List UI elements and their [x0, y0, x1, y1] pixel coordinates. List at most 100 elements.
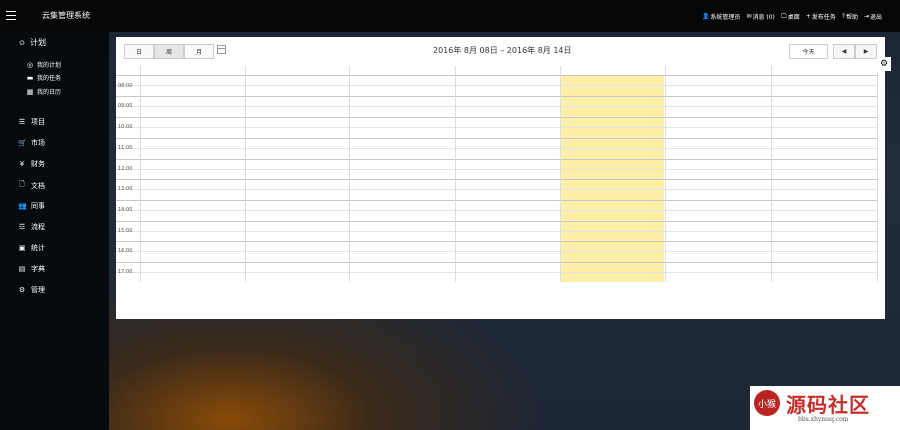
sidebar-item-label: 字典 — [31, 265, 45, 273]
monitor-icon: 🖵 — [780, 12, 787, 20]
week-time-grid: 08:00 09:00 10:00 11:00 12:00 13:00 14:0… — [116, 66, 878, 282]
logout-link[interactable]: ⇥ 退出 — [864, 12, 882, 21]
sidebar-item-market[interactable]: 🛒 市场 — [18, 138, 45, 148]
chart-icon: ▣ — [18, 244, 26, 252]
time-label: 14:00 — [118, 207, 133, 213]
grid-line — [116, 169, 878, 170]
time-label: 15:00 — [118, 228, 133, 234]
yen-icon: ¥ — [19, 160, 25, 168]
grid-line — [116, 231, 878, 232]
day-column-divider — [349, 66, 350, 282]
day-view-button[interactable]: 日 — [124, 44, 154, 59]
watermark-seal-icon: 小猴 — [754, 390, 780, 416]
time-label: 13:00 — [118, 186, 133, 192]
month-view-button[interactable]: 月 — [184, 44, 214, 59]
settings-gear-icon[interactable]: ⚙ — [877, 57, 891, 71]
sidebar-item-label: 项目 — [31, 118, 45, 126]
grid-line — [116, 138, 878, 139]
sidebar-item-workflow[interactable]: ☲ 流程 — [18, 222, 45, 232]
sidebar-item-my-tasks[interactable]: ▬ 我的任务 — [26, 73, 62, 83]
top-actions: 👤 系统管理员 ✉ 消息 (0) 🖵 桌面 + 发布任务 ? 帮助 ⇥ 退出 — [702, 12, 882, 22]
grid-line — [116, 262, 878, 263]
sidebar-item-label: 市场 — [31, 139, 45, 147]
circle-icon: ◎ — [26, 60, 34, 69]
grid-line — [116, 272, 878, 273]
date-range-title: 2016年 8月 08日 – 2016年 8月 14日 — [433, 46, 572, 55]
user-icon: 👤 — [701, 13, 710, 20]
grid-line — [116, 148, 878, 149]
envelope-icon: ✉ — [746, 13, 752, 20]
help-icon: ? — [841, 13, 845, 20]
sidebar-item-my-calendar[interactable]: ▦ 我的日历 — [26, 87, 61, 97]
grid-line — [116, 189, 878, 190]
messages-label: 消息 (0) — [752, 14, 775, 21]
day-column-divider — [665, 66, 666, 282]
card-icon: ▬ — [26, 73, 34, 82]
calendar-picker-icon[interactable] — [217, 45, 226, 54]
admin-user-link[interactable]: 👤 系统管理员 — [702, 12, 741, 21]
grid-line — [116, 127, 878, 128]
day-column-divider — [245, 66, 246, 282]
sidebar-item-projects[interactable]: ☰ 项目 — [18, 117, 45, 127]
flow-icon: ☲ — [18, 223, 26, 231]
sidebar-group-plan[interactable]: ⊙ 计划 — [18, 37, 46, 48]
app-title: 云集管理系统 — [42, 11, 90, 20]
watermark-url: bbs.xhymsq.com — [798, 416, 849, 423]
grid-line — [116, 221, 878, 222]
week-nav: ◀ ▶ — [833, 44, 877, 59]
time-label: 12:00 — [118, 166, 133, 172]
sidebar-item-label: 统计 — [31, 244, 45, 252]
logout-icon: ⇥ — [863, 13, 869, 20]
messages-link[interactable]: ✉ 消息 (0) — [746, 12, 774, 21]
hamburger-menu-icon[interactable] — [6, 11, 16, 20]
day-column-divider — [877, 66, 878, 282]
time-label: 17:00 — [118, 269, 133, 275]
grid-line — [116, 179, 878, 180]
today-button[interactable]: 今天 — [789, 44, 828, 59]
top-navbar: 云集管理系统 👤 系统管理员 ✉ 消息 (0) 🖵 桌面 + 发布任务 ? 帮助 ⇥ 退出 — [0, 0, 900, 32]
sidebar-item-statistics[interactable]: ▣ 统计 — [18, 243, 45, 253]
sidebar-item-finance[interactable]: ¥ 财务 — [18, 159, 45, 169]
sidebar-item-label: 我的任务 — [37, 75, 62, 82]
sidebar-item-label: 文档 — [31, 181, 45, 190]
file-icon: 🗋 — [19, 180, 25, 188]
sidebar-item-colleagues[interactable]: 👥 同事 — [18, 201, 45, 211]
clock-icon: ⊙ — [19, 38, 25, 47]
watermark-title: 源码社区 — [786, 393, 870, 417]
logout-label: 退出 — [869, 14, 882, 21]
gear-icon: ⚙ — [18, 286, 26, 294]
grid-line — [116, 251, 878, 252]
publish-task-label: 发布任务 — [811, 14, 836, 21]
next-arrow-icon[interactable]: ▶ — [855, 44, 877, 59]
time-label: 11:00 — [118, 145, 133, 151]
desktop-link[interactable]: 🖵 桌面 — [780, 12, 800, 22]
day-column-divider — [771, 66, 772, 282]
book-icon: ▤ — [18, 265, 26, 273]
grid-line — [116, 159, 878, 160]
list-icon: ☰ — [18, 118, 26, 126]
sidebar-item-dictionary[interactable]: ▤ 字典 — [18, 264, 45, 274]
grid-line — [116, 241, 878, 242]
help-link[interactable]: ? 帮助 — [842, 12, 858, 21]
day-column-divider — [455, 66, 456, 282]
time-label: 16:00 — [118, 248, 133, 254]
sidebar-item-admin[interactable]: ⚙ 管理 — [18, 285, 45, 295]
day-column-divider — [560, 66, 561, 282]
publish-task-link[interactable]: + 发布任务 — [806, 12, 836, 21]
grid-line — [116, 200, 878, 201]
grid-line — [116, 106, 878, 107]
watermark-logo: 小猴 源码社区 bbs.xhymsq.com — [750, 386, 900, 430]
help-label: 帮助 — [845, 14, 858, 21]
grid-line — [116, 96, 878, 97]
sidebar-item-my-plan[interactable]: ◎ 我的计划 — [26, 60, 61, 70]
time-label: 08:00 — [118, 83, 133, 89]
plus-icon: + — [805, 13, 811, 20]
sidebar-item-documents[interactable]: 🗋 文档 — [18, 180, 45, 191]
prev-arrow-icon[interactable]: ◀ — [833, 44, 855, 59]
users-icon: 👥 — [18, 202, 27, 210]
sidebar-item-label: 财务 — [31, 160, 45, 168]
grid-line — [116, 85, 878, 86]
grid-line — [116, 117, 878, 118]
week-view-button[interactable]: 周 — [154, 44, 184, 59]
admin-user-label: 系统管理员 — [710, 14, 741, 21]
